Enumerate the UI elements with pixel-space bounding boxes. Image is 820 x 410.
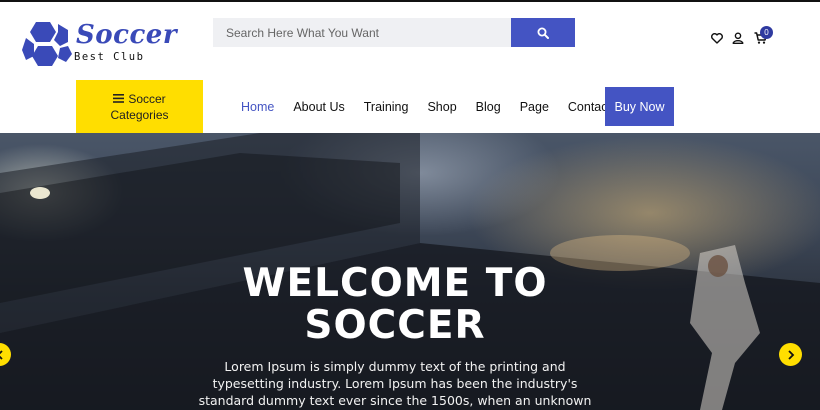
- nav-shop[interactable]: Shop: [427, 100, 456, 114]
- logo-tagline: Best Club: [74, 51, 145, 63]
- user-icon: [732, 32, 744, 44]
- menu-icon: [113, 94, 125, 103]
- top-border: [0, 0, 820, 2]
- main-nav: Home About Us Training Shop Blog Page Co…: [241, 97, 649, 117]
- search-button[interactable]: [511, 18, 575, 47]
- hero-description: Lorem Ipsum is simply dummy text of the …: [198, 359, 592, 408]
- nav-home[interactable]: Home: [241, 100, 274, 114]
- nav-training[interactable]: Training: [364, 100, 409, 114]
- slider-next-button[interactable]: [779, 343, 802, 366]
- buy-now-button[interactable]: Buy Now: [605, 87, 674, 126]
- categories-label-2: Categories: [110, 107, 169, 122]
- chevron-right-icon: [787, 349, 794, 360]
- account-button[interactable]: [730, 30, 746, 46]
- nav-about-us[interactable]: About Us: [293, 100, 344, 114]
- soccer-ball-icon: [22, 22, 72, 66]
- categories-label: Soccer: [128, 91, 166, 106]
- search-bar: [213, 18, 575, 47]
- cart-count-badge: 0: [760, 26, 773, 39]
- nav-page[interactable]: Page: [520, 100, 549, 114]
- categories-button[interactable]: Soccer Categories: [76, 80, 203, 133]
- hero-banner: WELCOME TO SOCCER Lorem Ipsum is simply …: [0, 133, 820, 410]
- heart-icon: [711, 32, 723, 44]
- search-input[interactable]: [213, 18, 511, 47]
- chevron-left-icon: [0, 349, 3, 360]
- hero-title-line2: SOCCER: [304, 303, 486, 348]
- logo-wordmark: Soccer: [76, 20, 178, 50]
- nav-blog[interactable]: Blog: [476, 100, 501, 114]
- wishlist-button[interactable]: [709, 30, 725, 46]
- header-actions: [706, 30, 786, 52]
- hero-title-line1: WELCOME TO: [242, 261, 548, 306]
- site-logo[interactable]: Soccer Best Club: [22, 18, 177, 68]
- hero-title: WELCOME TO SOCCER: [0, 263, 790, 347]
- search-icon: [537, 27, 549, 39]
